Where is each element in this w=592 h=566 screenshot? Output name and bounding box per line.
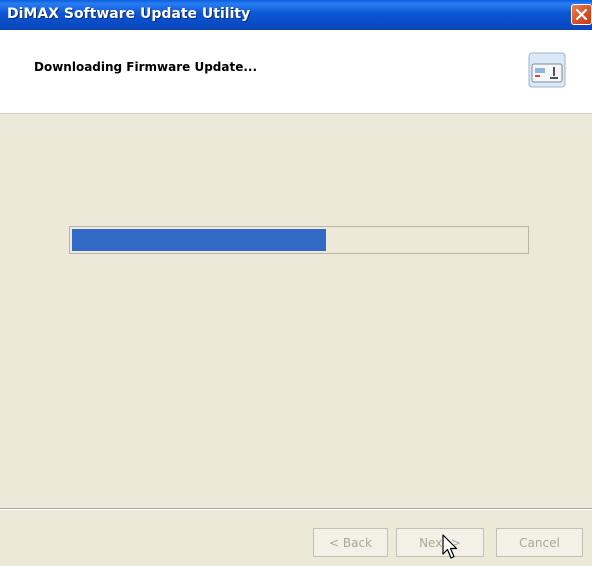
download-progress-bar [69,226,529,254]
mouse-cursor-icon [442,534,458,559]
page-heading: Downloading Firmware Update... [34,60,258,74]
cancel-button-label: Cancel [519,535,560,550]
cancel-button[interactable]: Cancel [496,528,583,557]
close-button[interactable] [571,4,592,25]
back-button-label: < Back [328,535,372,550]
window-title: DiMAX Software Update Utility [7,6,251,22]
progress-fill [72,229,326,251]
back-button[interactable]: < Back [313,528,388,557]
close-icon [575,8,588,21]
title-bar[interactable]: DiMAX Software Update Utility [0,0,592,30]
wizard-header: Downloading Firmware Update... [0,30,592,114]
device-icon [528,52,566,88]
next-button[interactable]: Next > [396,528,484,557]
update-utility-window: DiMAX Software Update Utility Downloadin… [0,0,592,566]
footer-divider [0,508,592,510]
